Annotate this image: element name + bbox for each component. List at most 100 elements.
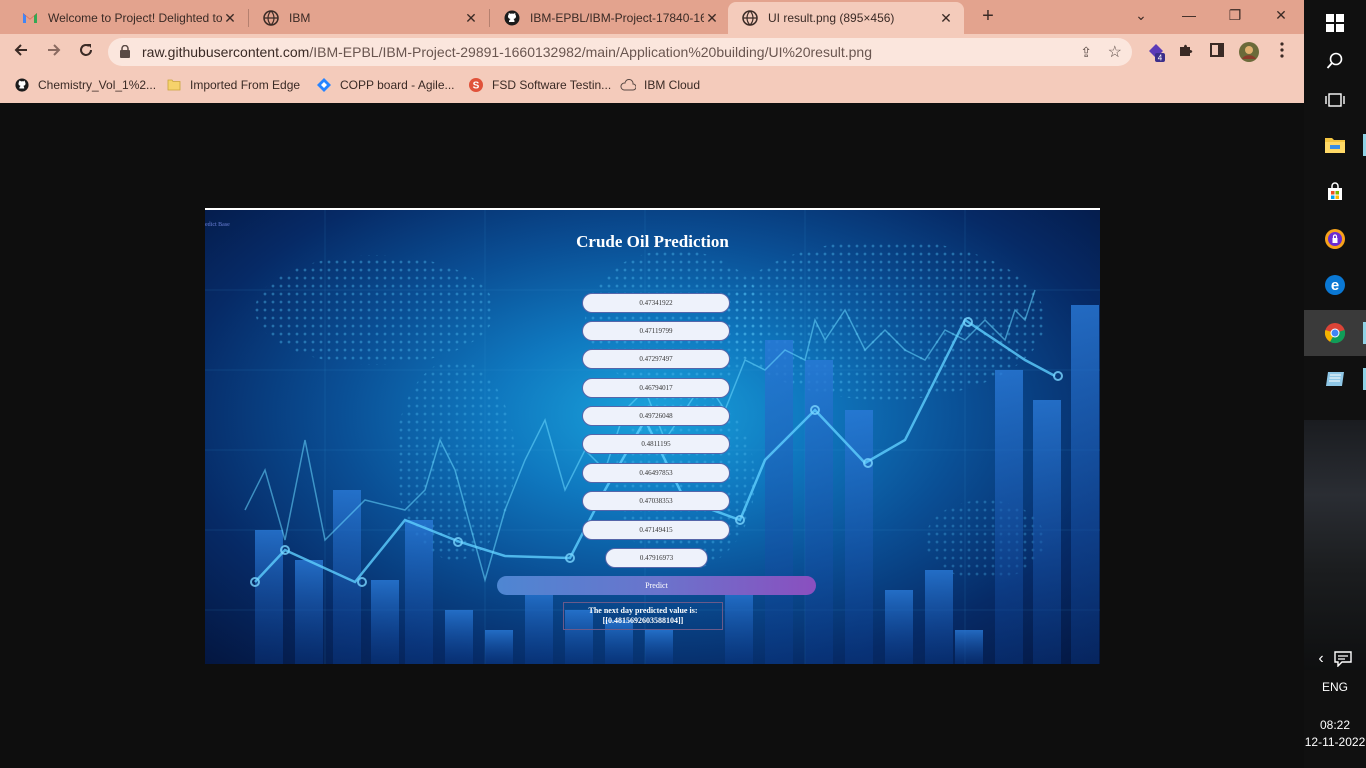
- clock-time[interactable]: 08:22: [1304, 718, 1366, 732]
- svg-text:S: S: [473, 81, 480, 92]
- globe-icon: [742, 10, 758, 26]
- chrome-icon: [1324, 323, 1346, 344]
- file-explorer-button[interactable]: [1304, 122, 1366, 168]
- minimize-button[interactable]: —: [1166, 0, 1212, 30]
- desktop-wallpaper-strip: [1304, 420, 1366, 670]
- result-value: [[0.4815692603588104]]: [602, 616, 684, 625]
- svg-text:e: e: [1331, 277, 1339, 294]
- tab-search-chevron-icon[interactable]: ⌄: [1118, 0, 1164, 30]
- url-text: raw.githubusercontent.com/IBM-EPBL/IBM-P…: [142, 44, 872, 60]
- bookmarks-bar: Chemistry_Vol_1%2... Imported From Edge …: [0, 70, 1304, 103]
- windows-logo-icon: [1326, 14, 1344, 32]
- tab-ibm[interactable]: IBM ✕: [249, 2, 489, 34]
- edge-icon: e: [1325, 275, 1345, 295]
- extension-icon[interactable]: 4: [1146, 42, 1166, 63]
- windows-taskbar: e ‹ ENG 08:22 12-11-2022: [1304, 0, 1366, 768]
- close-window-button[interactable]: ✕: [1258, 0, 1304, 30]
- edge-button[interactable]: e: [1304, 262, 1366, 308]
- s-logo-icon: S: [468, 77, 484, 93]
- page-corner-label: edict Base: [205, 222, 230, 228]
- reload-icon: [80, 44, 92, 56]
- chevron-left-icon: ‹: [1318, 650, 1324, 667]
- tab-title: IBM-EPBL/IBM-Project-17840-16: [530, 11, 704, 25]
- notepad-app-button[interactable]: [1304, 356, 1366, 402]
- input-field-5[interactable]: 0.49726048: [582, 406, 730, 426]
- bookmark-item[interactable]: COPP board - Agile...: [316, 77, 455, 93]
- share-icon[interactable]: ⇪: [1080, 44, 1092, 61]
- vpn-app-button[interactable]: [1304, 216, 1366, 262]
- side-panel-icon[interactable]: [1207, 42, 1227, 62]
- predict-button[interactable]: Predict: [497, 576, 816, 595]
- tab-title: IBM: [289, 11, 311, 25]
- chrome-button[interactable]: [1304, 310, 1366, 356]
- menu-kebab-icon[interactable]: [1272, 42, 1292, 62]
- input-field-1[interactable]: 0.47341922: [582, 293, 730, 313]
- close-icon[interactable]: ✕: [938, 10, 954, 26]
- tab-title: Welcome to Project! Delighted to: [48, 11, 222, 25]
- bookmark-star-icon[interactable]: ☆: [1108, 42, 1122, 62]
- restore-button[interactable]: ❐: [1212, 0, 1258, 30]
- github-icon: [504, 10, 520, 26]
- bookmark-item[interactable]: Chemistry_Vol_1%2...: [14, 77, 156, 93]
- input-field-4[interactable]: 0.46794017: [582, 378, 730, 398]
- crude-oil-app-screenshot: edict Base Crude Oil Prediction 0.473419…: [205, 210, 1100, 664]
- bookmark-item[interactable]: S FSD Software Testin...: [468, 77, 611, 93]
- bookmark-label: IBM Cloud: [644, 78, 701, 92]
- profile-avatar[interactable]: [1239, 42, 1259, 62]
- browser-chrome: Welcome to Project! Delighted to ✕ IBM ✕…: [0, 0, 1304, 103]
- forward-button[interactable]: [40, 38, 68, 66]
- result-caption: The next day predicted value is:: [588, 606, 698, 615]
- lock-icon: [120, 45, 130, 58]
- bookmark-label: COPP board - Agile...: [340, 78, 455, 92]
- input-field-3[interactable]: 0.47297497: [582, 349, 730, 369]
- browser-toolbar: raw.githubusercontent.com/IBM-EPBL/IBM-P…: [0, 34, 1304, 70]
- back-button[interactable]: [7, 38, 35, 66]
- input-field-7[interactable]: 0.46497853: [582, 463, 730, 483]
- tab-ui-result[interactable]: UI result.png (895×456) ✕: [728, 2, 964, 34]
- prediction-result: The next day predicted value is: [[0.481…: [563, 602, 723, 630]
- tab-gmail[interactable]: Welcome to Project! Delighted to ✕: [8, 2, 248, 34]
- search-icon: [1326, 52, 1343, 69]
- cloud-icon: [620, 77, 636, 93]
- folder-icon: [1325, 138, 1345, 153]
- bookmark-folder[interactable]: Imported From Edge: [166, 77, 300, 93]
- input-field-6[interactable]: 0.4811195: [582, 434, 730, 454]
- input-field-8[interactable]: 0.47038353: [582, 491, 730, 511]
- bookmark-label: FSD Software Testin...: [492, 78, 612, 92]
- github-icon: [14, 77, 30, 93]
- close-icon[interactable]: ✕: [222, 10, 238, 26]
- extension-badge: 4: [1158, 54, 1163, 63]
- back-arrow-icon: [14, 44, 27, 56]
- shield-lock-icon: [1325, 229, 1345, 249]
- jira-icon: [316, 77, 332, 93]
- bookmark-item[interactable]: IBM Cloud: [620, 77, 700, 93]
- bookmark-label: Chemistry_Vol_1%2...: [38, 78, 157, 92]
- gmail-icon: [22, 10, 38, 26]
- globe-icon: [263, 10, 279, 26]
- language-indicator[interactable]: ENG: [1304, 680, 1366, 694]
- tab-title: UI result.png (895×456): [768, 11, 895, 25]
- clock-date[interactable]: 12-11-2022: [1304, 735, 1366, 749]
- close-icon[interactable]: ✕: [463, 10, 479, 26]
- tab-strip: Welcome to Project! Delighted to ✕ IBM ✕…: [0, 0, 1304, 34]
- task-view-icon: [1325, 93, 1345, 107]
- notification-icon: [1333, 651, 1352, 667]
- new-tab-button[interactable]: +: [976, 5, 1000, 29]
- notes-icon: [1326, 372, 1344, 386]
- close-icon[interactable]: ✕: [704, 10, 720, 26]
- forward-arrow-icon: [48, 44, 61, 56]
- puzzle-icon[interactable]: [1176, 42, 1196, 62]
- notification-area[interactable]: ‹: [1304, 636, 1366, 682]
- page-title: Crude Oil Prediction: [576, 232, 729, 251]
- task-view-button[interactable]: [1304, 77, 1366, 123]
- store-bag-icon: [1328, 182, 1342, 200]
- input-field-9[interactable]: 0.47149415: [582, 520, 730, 540]
- reload-button[interactable]: [72, 38, 100, 66]
- address-bar[interactable]: raw.githubusercontent.com/IBM-EPBL/IBM-P…: [108, 38, 1132, 66]
- microsoft-store-button[interactable]: [1304, 169, 1366, 215]
- bookmark-label: Imported From Edge: [190, 78, 301, 92]
- tab-github[interactable]: IBM-EPBL/IBM-Project-17840-16 ✕: [490, 2, 730, 34]
- input-field-2[interactable]: 0.47119799: [582, 321, 730, 341]
- input-field-10[interactable]: 0.47916973: [605, 548, 708, 568]
- folder-icon: [166, 77, 182, 93]
